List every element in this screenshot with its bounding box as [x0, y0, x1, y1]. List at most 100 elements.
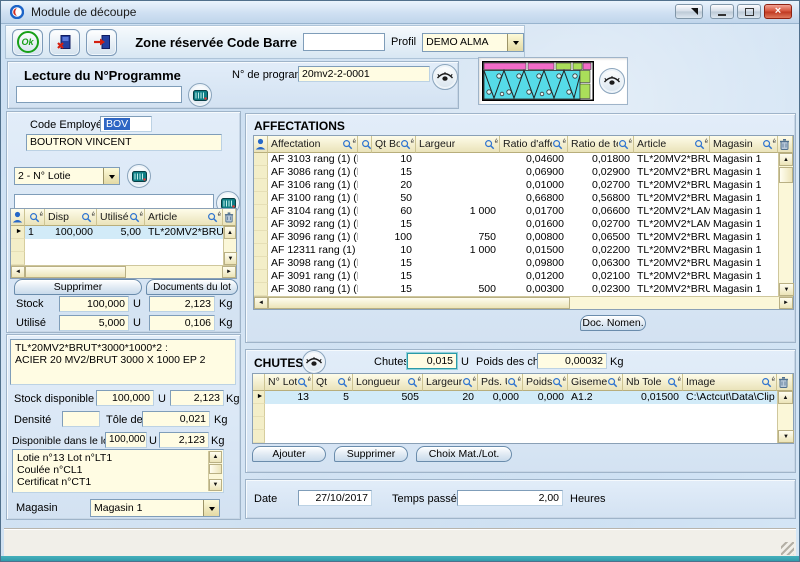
- search-icon[interactable]: é: [342, 139, 356, 150]
- exit-button[interactable]: [86, 29, 117, 56]
- nesting-preview-image[interactable]: [482, 61, 594, 101]
- scroll-right-button[interactable]: ►: [779, 297, 793, 309]
- table-row[interactable]: ►1100,0005,00TL*20MV2*BRUT*3000*1(: [11, 226, 236, 239]
- column-header[interactable]: Magasiné: [710, 136, 778, 153]
- table-row[interactable]: AF 3086 rang (1) (I F150,069000,02900TL*…: [254, 166, 793, 179]
- table-row[interactable]: AF 3096 rang (1) (I F1007500,008000,0650…: [254, 231, 793, 244]
- column-header[interactable]: Ratio d'affectaté: [500, 136, 568, 153]
- scroll-down-button[interactable]: ▼: [778, 430, 794, 443]
- lot-list-scrollbar[interactable]: ▲ ▼: [208, 451, 222, 491]
- barcode-input[interactable]: [303, 33, 385, 51]
- vertical-scrollbar[interactable]: ▲ ▼: [223, 226, 236, 265]
- time-spent-value[interactable]: 2,00: [457, 490, 563, 506]
- scroll-thumb[interactable]: [268, 297, 570, 309]
- search-icon[interactable]: é: [129, 212, 143, 223]
- table-row[interactable]: AF 3091 rang (1) (I F150,012000,02100TL*…: [254, 270, 793, 283]
- column-header[interactable]: Ratio de tempsé: [568, 136, 634, 153]
- scroll-thumb[interactable]: [209, 464, 222, 474]
- delete-rows-button[interactable]: [777, 374, 793, 391]
- table-row[interactable]: AF 3106 rang (1) (I F200,010000,02700TL*…: [254, 179, 793, 192]
- scroll-up-button[interactable]: ▲: [224, 226, 236, 239]
- view-nesting-button[interactable]: [599, 68, 625, 94]
- view-chutes-button[interactable]: [302, 350, 326, 374]
- warehouse-dropdown-button[interactable]: [203, 500, 219, 516]
- column-header[interactable]: Dispé: [45, 209, 97, 226]
- search-icon[interactable]: é: [29, 212, 43, 223]
- search-icon[interactable]: é: [694, 139, 708, 150]
- table-row[interactable]: AF 3103 rang (1) (I F100,046000,01800TL*…: [254, 153, 793, 166]
- search-icon[interactable]: é: [618, 139, 632, 150]
- user-column-button[interactable]: [11, 209, 25, 226]
- maximize-button[interactable]: [737, 4, 761, 19]
- lot-mode-select[interactable]: 2 - N° Lotie: [14, 167, 120, 185]
- column-header[interactable]: Eqé: [358, 136, 372, 153]
- lot-mode-dropdown-button[interactable]: [103, 168, 119, 184]
- search-icon[interactable]: é: [667, 377, 681, 388]
- doc-nomenclature-button[interactable]: Doc. Nomen.: [580, 315, 646, 331]
- scroll-up-button[interactable]: ▲: [209, 451, 222, 463]
- column-header[interactable]: Qt Bonneé: [372, 136, 416, 153]
- lot-barcode-scan-button[interactable]: [127, 164, 151, 188]
- scroll-thumb[interactable]: [25, 266, 126, 278]
- table-row[interactable]: AF 3100 rang (1) (I F500,668000,56800TL*…: [254, 192, 793, 205]
- table-row[interactable]: AF 12311 rang (1) F101 0000,015000,02200…: [254, 244, 793, 257]
- table-row[interactable]: AF 3092 rang (1) (I F150,016000,02700TL*…: [254, 218, 793, 231]
- vertical-scrollbar[interactable]: ▲ ▼: [777, 391, 793, 443]
- column-header[interactable]: Articleé: [145, 209, 223, 226]
- column-header[interactable]: N° Lotieé: [265, 374, 313, 391]
- search-icon[interactable]: é: [337, 377, 351, 388]
- column-header[interactable]: Affectationé: [268, 136, 358, 153]
- column-header[interactable]: Pds. U.é: [478, 374, 523, 391]
- program-barcode-scan-button[interactable]: [188, 83, 212, 107]
- affectations-table[interactable]: AffectationéEqéQt BonneéLargeuréRatio d'…: [253, 135, 794, 310]
- column-header[interactable]: Largeuré: [416, 136, 500, 153]
- scroll-up-button[interactable]: ▲: [779, 153, 793, 166]
- column-header[interactable]: Utiliséé: [97, 209, 145, 226]
- lot-documents-button[interactable]: Documents du lot: [146, 279, 238, 295]
- scroll-thumb[interactable]: [779, 167, 793, 183]
- search-icon[interactable]: é: [207, 212, 221, 223]
- search-icon[interactable]: é: [81, 212, 95, 223]
- delete-rows-button[interactable]: [778, 136, 793, 153]
- choose-material-lot-button[interactable]: Choix Mat./Lot.: [416, 446, 512, 462]
- warehouse-select[interactable]: Magasin 1: [90, 499, 220, 517]
- delete-chute-button[interactable]: Supprimer: [334, 446, 408, 462]
- column-header[interactable]: Largeuré: [423, 374, 478, 391]
- scroll-left-button[interactable]: ◄: [254, 297, 268, 309]
- table-row[interactable]: AF 3098 rang (1) (I F150,098000,06300TL*…: [254, 257, 793, 270]
- add-chute-button[interactable]: Ajouter: [252, 446, 326, 462]
- scroll-down-button[interactable]: ▼: [224, 252, 237, 265]
- scroll-right-button[interactable]: ►: [222, 266, 236, 278]
- table-row[interactable]: AF 3104 rang (1) (I F601 0000,017000,066…: [254, 205, 793, 218]
- search-icon[interactable]: é: [552, 139, 566, 150]
- column-header[interactable]: é: [25, 209, 45, 226]
- chutes-count-value[interactable]: 0,015: [407, 353, 457, 369]
- search-icon[interactable]: é: [761, 377, 775, 388]
- view-program-button[interactable]: [432, 64, 458, 90]
- search-icon[interactable]: é: [552, 377, 566, 388]
- horizontal-scrollbar[interactable]: ◄ ►: [254, 296, 793, 309]
- resize-grip[interactable]: [781, 542, 794, 555]
- search-icon[interactable]: é: [462, 377, 476, 388]
- profil-dropdown-button[interactable]: [507, 34, 523, 51]
- minimize-button[interactable]: [710, 4, 734, 19]
- close-button[interactable]: ×: [764, 4, 792, 19]
- search-icon[interactable]: é: [400, 139, 414, 150]
- ok-button[interactable]: Ok: [12, 29, 43, 56]
- profil-select[interactable]: DEMO ALMA: [422, 33, 524, 52]
- search-icon[interactable]: é: [297, 377, 311, 388]
- date-value[interactable]: 27/10/2017: [298, 490, 372, 506]
- search-icon[interactable]: é: [607, 377, 621, 388]
- search-icon[interactable]: é: [407, 377, 421, 388]
- chutes-table[interactable]: N° LotieéQtéLongueuréLargeuréPds. U.éPoi…: [252, 373, 794, 444]
- column-header[interactable]: Qté: [313, 374, 353, 391]
- lots-table[interactable]: éDispéUtilisééArticleé ►1100,0005,00TL*2…: [10, 208, 237, 279]
- column-header[interactable]: Gisementé: [568, 374, 623, 391]
- search-icon[interactable]: é: [762, 139, 776, 150]
- scroll-down-button[interactable]: ▼: [209, 479, 222, 491]
- search-icon[interactable]: é: [361, 139, 372, 150]
- vertical-scrollbar[interactable]: ▲ ▼: [778, 153, 793, 296]
- column-header[interactable]: Nb Toleé: [623, 374, 683, 391]
- delete-rows-button[interactable]: [223, 209, 236, 226]
- scroll-up-button[interactable]: ▲: [778, 391, 793, 404]
